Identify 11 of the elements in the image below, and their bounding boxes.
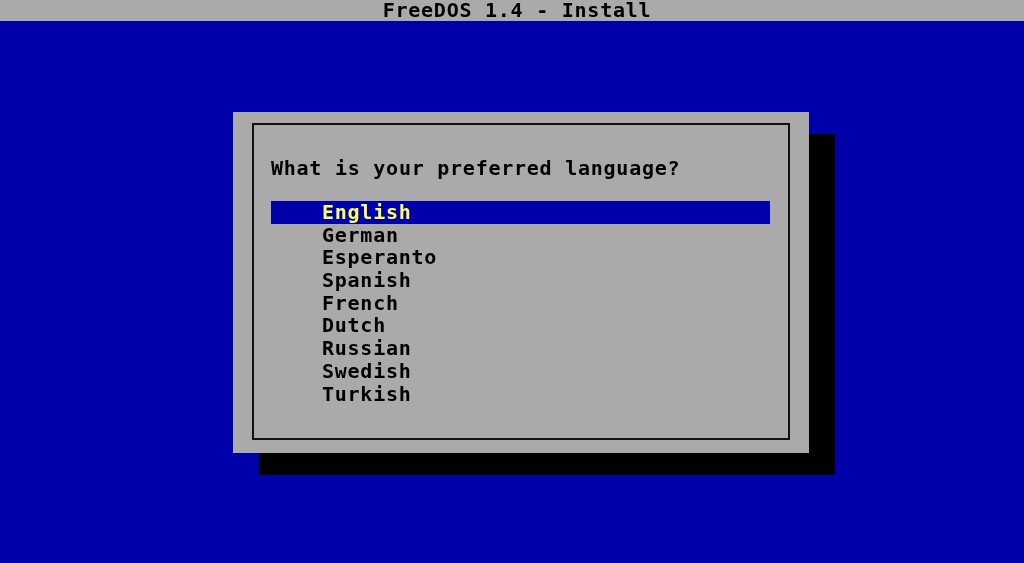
language-option[interactable]: English <box>271 201 770 224</box>
language-option[interactable]: French <box>271 291 770 315</box>
language-option[interactable]: Russian <box>271 337 770 360</box>
language-option[interactable]: Dutch <box>271 314 770 338</box>
language-option[interactable]: Spanish <box>271 269 770 292</box>
language-option[interactable]: Esperanto <box>271 246 770 270</box>
language-option[interactable]: Turkish <box>271 382 770 406</box>
language-option[interactable]: Swedish <box>271 359 770 383</box>
prompt-text: What is your preferred language? <box>271 155 682 181</box>
window-title: FreeDOS 1.4 - Install <box>382 0 652 21</box>
language-option[interactable]: German <box>271 223 770 247</box>
